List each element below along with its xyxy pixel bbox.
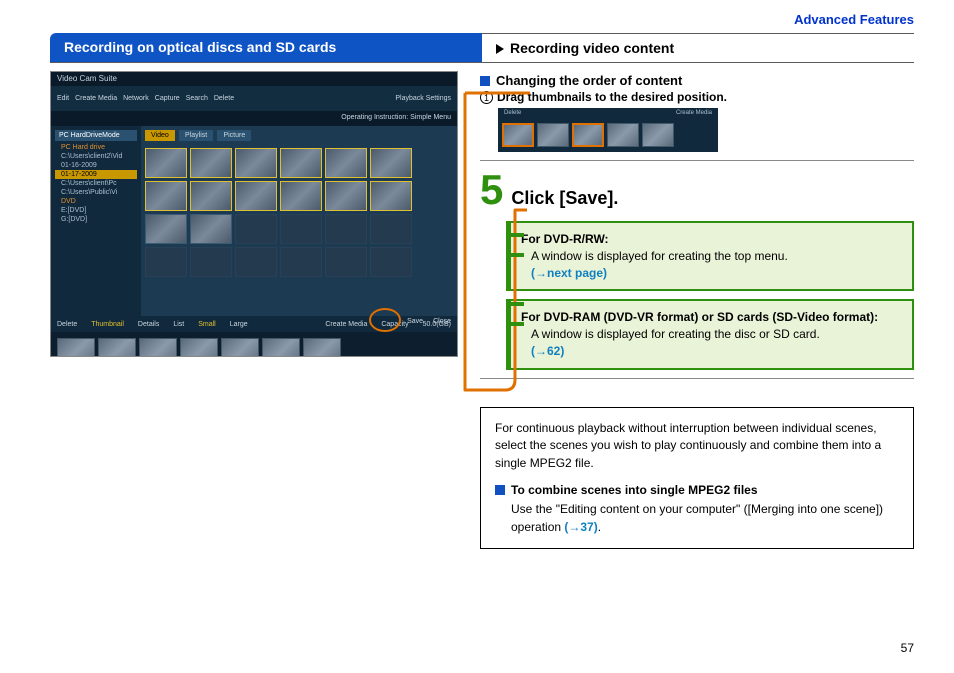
- triangle-icon: [496, 44, 504, 54]
- step-1-icon: 1: [480, 91, 493, 104]
- separator: [480, 378, 914, 379]
- page-section-header: Advanced Features: [0, 0, 954, 33]
- continuous-playback-note: For continuous playback without interrup…: [480, 407, 914, 549]
- video-thumbnail: [145, 148, 187, 178]
- separator: [480, 160, 914, 161]
- application-screenshot: Video Cam Suite Edit Create Media Networ…: [50, 71, 458, 357]
- page-37-link[interactable]: (→37): [564, 520, 597, 534]
- title-left: Recording on optical discs and SD cards: [50, 33, 482, 62]
- next-page-link[interactable]: (→next page): [521, 265, 607, 282]
- step-5-number: 5: [480, 169, 503, 211]
- app-sidebar: PC HardDriveMode PC Hard drive C:\Users\…: [51, 126, 141, 316]
- dvd-r-rw-box: For DVD-R/RW: A window is displayed for …: [506, 221, 914, 291]
- square-bullet-icon: [480, 76, 490, 86]
- dvd-ram-sd-box: For DVD-RAM (DVD-VR format) or SD cards …: [506, 299, 914, 369]
- drag-thumbnails-illustration: Delete Create Media: [498, 108, 718, 152]
- timeline-strip: Save Close: [51, 332, 457, 357]
- step-5-row: 5 Click [Save].: [480, 169, 914, 211]
- save-highlight-circle: [369, 308, 401, 332]
- thumbnail-grid: Video Playlist Picture: [141, 126, 457, 316]
- app-toolbar: Edit Create Media Network Capture Search…: [51, 86, 457, 112]
- square-bullet-icon: [495, 485, 505, 495]
- title-right-text: Recording video content: [510, 40, 674, 56]
- title-bar: Recording on optical discs and SD cards …: [50, 33, 914, 63]
- app-titlebar: Video Cam Suite: [51, 72, 457, 86]
- title-right: Recording video content: [482, 33, 914, 62]
- page-number: 57: [901, 641, 914, 655]
- page-62-link[interactable]: (→62): [521, 343, 564, 360]
- changing-order-heading: Changing the order of content: [480, 73, 914, 88]
- step-5-text: Click [Save].: [511, 188, 618, 209]
- step-1-text: Drag thumbnails to the desired position.: [497, 90, 727, 104]
